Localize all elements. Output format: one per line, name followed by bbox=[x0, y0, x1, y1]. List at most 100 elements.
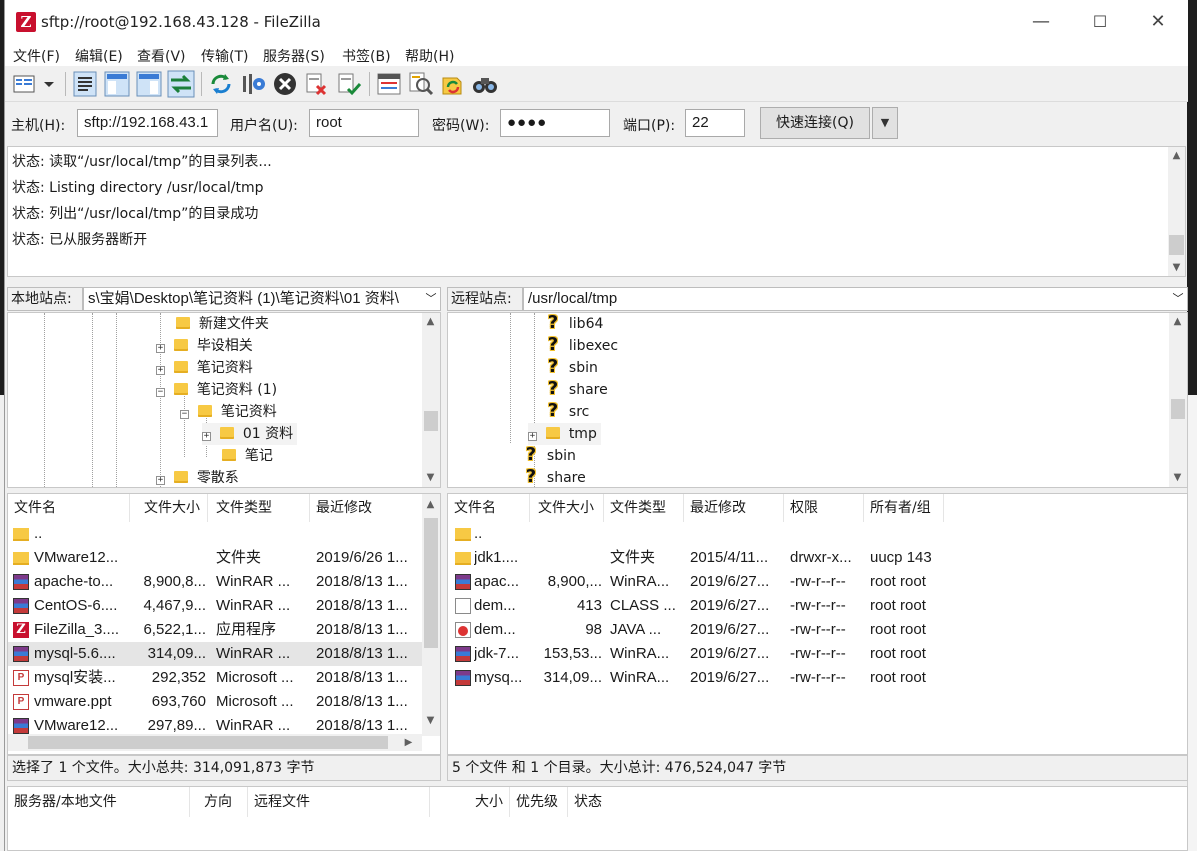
remote-tree-scrollbar[interactable]: ▲ ▼ bbox=[1169, 313, 1187, 487]
file-row[interactable]: dem... 98 JAVA ... 2019/6/27... -rw-r--r-- ro… bbox=[448, 618, 1187, 642]
file-row[interactable]: jdk-7... 153,53... WinRA... 2019/6/27... -rw… bbox=[448, 642, 1187, 666]
menu-file[interactable]: 文件(F) bbox=[13, 46, 60, 66]
minimize-button[interactable]: — bbox=[1010, 0, 1072, 44]
menu-view[interactable]: 查看(V) bbox=[137, 46, 186, 66]
filter-icon[interactable] bbox=[375, 70, 403, 98]
tree-item[interactable]: ? lib64 bbox=[528, 313, 604, 335]
compare-icon[interactable] bbox=[407, 70, 435, 98]
reconnect-icon[interactable] bbox=[335, 70, 363, 98]
file-row[interactable]: Z FileZilla_3.... 6,522,1... 应用程序 2018/8/13 … bbox=[8, 618, 422, 642]
sync-browse-icon[interactable] bbox=[439, 70, 467, 98]
username-input[interactable]: root bbox=[309, 109, 419, 137]
column-header-modified[interactable]: 最近修改 bbox=[684, 494, 784, 522]
close-button[interactable]: ✕ bbox=[1127, 0, 1189, 44]
toggle-remote-tree-icon[interactable] bbox=[135, 70, 163, 98]
scroll-thumb[interactable] bbox=[424, 518, 438, 648]
scroll-up-icon[interactable]: ▲ bbox=[1168, 147, 1185, 164]
log-scrollbar[interactable]: ▲ ▼ bbox=[1168, 147, 1185, 276]
scroll-up-icon[interactable]: ▲ bbox=[422, 313, 439, 330]
file-row[interactable]: apac... 8,900,... WinRA... 2019/6/27... -rw-… bbox=[448, 570, 1187, 594]
port-input[interactable]: 22 bbox=[685, 109, 745, 137]
remote-path-dropdown-icon[interactable]: ﹀ bbox=[1170, 291, 1186, 307]
quickconnect-dropdown-icon[interactable]: ▼ bbox=[872, 107, 898, 139]
scroll-thumb[interactable] bbox=[1169, 235, 1184, 255]
queue-column-direction[interactable]: 方向 bbox=[190, 787, 248, 817]
scroll-right-icon[interactable]: ▶ bbox=[400, 734, 417, 751]
cancel-icon[interactable] bbox=[271, 70, 299, 98]
tree-item[interactable]: − 笔记资料 (1) bbox=[156, 379, 277, 401]
queue-column-server-local[interactable]: 服务器/本地文件 bbox=[8, 787, 190, 817]
scroll-down-icon[interactable]: ▼ bbox=[1168, 259, 1185, 276]
file-row[interactable]: .. bbox=[8, 522, 422, 546]
disconnect-icon[interactable] bbox=[303, 70, 331, 98]
scroll-thumb[interactable] bbox=[28, 736, 388, 749]
tree-item[interactable]: 笔记 bbox=[202, 445, 273, 467]
tree-item[interactable]: + 笔记资料 bbox=[156, 357, 253, 379]
message-log[interactable]: 状态: 读取“/usr/local/tmp”的目录列表... 状态: Listi… bbox=[7, 146, 1186, 277]
file-row[interactable]: dem... 413 CLASS ... 2019/6/27... -rw-r--r--… bbox=[448, 594, 1187, 618]
file-row[interactable]: apache-to... 8,900,8... WinRAR ... 2018/8/1… bbox=[8, 570, 422, 594]
file-row[interactable]: CentOS-6.... 4,467,9... WinRAR ... 2018/8/1… bbox=[8, 594, 422, 618]
search-icon[interactable] bbox=[471, 70, 499, 98]
scroll-up-icon[interactable]: ▲ bbox=[1169, 313, 1186, 330]
file-row[interactable]: .. bbox=[448, 522, 1187, 546]
tree-item-selected[interactable]: + tmp bbox=[528, 423, 601, 445]
expand-icon[interactable]: + bbox=[202, 432, 211, 441]
refresh-icon[interactable] bbox=[207, 70, 235, 98]
title-bar[interactable]: Z sftp://root@192.168.43.128 - FileZilla… bbox=[5, 0, 1188, 44]
scroll-thumb[interactable] bbox=[424, 411, 438, 431]
expand-icon[interactable]: + bbox=[156, 366, 165, 375]
menu-edit[interactable]: 编辑(E) bbox=[75, 46, 123, 66]
transfer-queue[interactable]: 服务器/本地文件 方向 远程文件 大小 优先级 状态 bbox=[7, 786, 1188, 851]
column-header-filetype[interactable]: 文件类型 bbox=[210, 494, 310, 522]
tree-item[interactable]: ? src bbox=[528, 401, 590, 423]
queue-column-remote[interactable]: 远程文件 bbox=[248, 787, 430, 817]
menu-transfer[interactable]: 传输(T) bbox=[201, 46, 248, 66]
toggle-log-icon[interactable] bbox=[71, 70, 99, 98]
column-header-filesize[interactable]: 文件大小 bbox=[532, 494, 604, 522]
maximize-button[interactable]: ☐ bbox=[1069, 0, 1131, 44]
password-input[interactable]: ●●●● bbox=[500, 109, 610, 137]
local-path-input[interactable]: s\宝娟\Desktop\笔记资料 (1)\笔记资料\01 资料\ bbox=[83, 287, 441, 311]
scroll-down-icon[interactable]: ▼ bbox=[422, 469, 439, 486]
queue-column-size[interactable]: 大小 bbox=[430, 787, 510, 817]
local-list-scrollbar[interactable]: ▲ ▼ bbox=[422, 494, 440, 736]
quickconnect-button[interactable]: 快速连接(Q) bbox=[760, 107, 870, 139]
host-input[interactable]: sftp://192.168.43.1 bbox=[77, 109, 218, 137]
tree-item[interactable]: − 笔记资料 bbox=[180, 401, 277, 423]
tree-item[interactable]: ? sbin bbox=[524, 445, 576, 467]
remote-path-input[interactable]: /usr/local/tmp bbox=[523, 287, 1188, 311]
menu-help[interactable]: 帮助(H) bbox=[405, 46, 454, 66]
column-header-modified[interactable]: 最近修改 bbox=[310, 494, 420, 522]
toggle-local-tree-icon[interactable] bbox=[103, 70, 131, 98]
tree-item[interactable]: ? share bbox=[524, 467, 586, 487]
collapse-icon[interactable]: − bbox=[180, 410, 189, 419]
column-header-filesize[interactable]: 文件大小 bbox=[138, 494, 208, 522]
tree-item[interactable]: ? libexec bbox=[528, 335, 618, 357]
remote-file-list[interactable]: 文件名 文件大小 文件类型 最近修改 权限 所有者/组 .. jdk1.... 文件… bbox=[447, 493, 1188, 755]
local-path-dropdown-icon[interactable]: ﹀ bbox=[423, 291, 439, 307]
toggle-queue-icon[interactable] bbox=[167, 70, 195, 98]
file-row[interactable]: jdk1.... 文件夹 2015/4/11... drwxr-x... uucp 14… bbox=[448, 546, 1187, 570]
file-row[interactable]: Pvmware.ppt 693,760 Microsoft ... 2018/8/13… bbox=[8, 690, 422, 714]
tree-item[interactable]: + 零散系 bbox=[156, 467, 239, 487]
tree-item[interactable]: ? sbin bbox=[528, 357, 598, 379]
local-directory-tree[interactable]: 新建文件夹 + 毕设相关 + 笔记资料 − 笔记资料 (1) − 笔记资料 + … bbox=[7, 312, 441, 488]
tree-item[interactable]: ? share bbox=[528, 379, 608, 401]
expand-icon[interactable]: + bbox=[156, 344, 165, 353]
site-manager-icon[interactable] bbox=[11, 70, 57, 98]
column-header-filename[interactable]: 文件名 bbox=[8, 494, 130, 522]
column-header-permissions[interactable]: 权限 bbox=[784, 494, 864, 522]
file-row[interactable]: VMware12... 文件夹 2019/6/26 1... bbox=[8, 546, 422, 570]
tree-item[interactable]: 新建文件夹 bbox=[156, 313, 269, 335]
local-list-hscrollbar[interactable]: ▶ bbox=[8, 734, 422, 751]
expand-icon[interactable]: + bbox=[156, 476, 165, 485]
menu-bookmarks[interactable]: 书签(B) bbox=[342, 46, 391, 66]
tree-item-selected[interactable]: + 01 资料 bbox=[202, 423, 298, 445]
file-row[interactable]: mysq... 314,09... WinRA... 2019/6/27... -rw-… bbox=[448, 666, 1187, 690]
scroll-thumb[interactable] bbox=[1171, 399, 1185, 419]
process-queue-icon[interactable] bbox=[239, 70, 267, 98]
menu-server[interactable]: 服务器(S) bbox=[263, 46, 325, 66]
file-row-selected[interactable]: mysql-5.6.... 314,09... WinRAR ... 2018/8/1… bbox=[8, 642, 422, 666]
tree-item[interactable]: + 毕设相关 bbox=[156, 335, 253, 357]
